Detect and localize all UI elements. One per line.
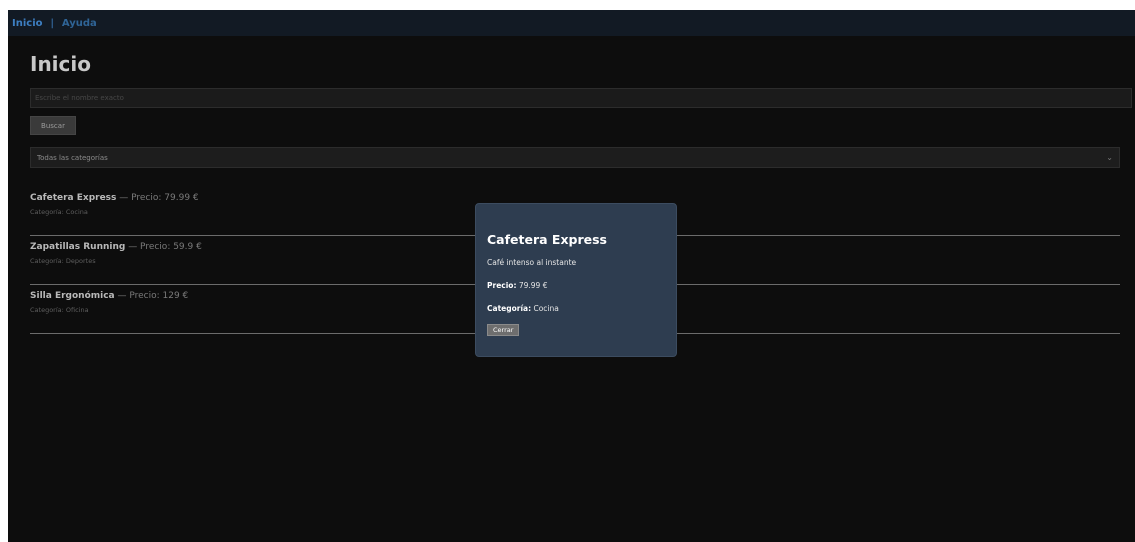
top-navigation: Inicio | Ayuda [8,10,1135,36]
category-select-value: Todas las categorías [37,153,108,162]
main-content: Inicio Buscar Todas las categorías ⌄ Caf… [30,36,1134,334]
page-title: Inicio [30,52,91,76]
chevron-down-icon: ⌄ [1106,153,1113,162]
nav-separator: | [50,17,54,29]
product-price: — Precio: 129 € [114,291,189,301]
modal-description: Café intenso al instante [487,258,577,267]
search-button[interactable]: Buscar [30,116,76,135]
nav-link-home[interactable]: Inicio [12,18,43,29]
close-button[interactable]: Cerrar [487,324,520,336]
modal-category-label: Categoría: [487,304,532,313]
nav-link-help[interactable]: Ayuda [62,18,97,29]
modal-price-label: Precio: [487,281,517,290]
modal-title: Cafetera Express [487,232,608,247]
product-detail-modal: Cafetera Express Café intenso al instant… [475,203,677,357]
product-price: — Precio: 59.9 € [125,242,202,252]
product-name: Cafetera Express [30,193,117,203]
search-input[interactable] [30,88,1132,108]
modal-price-value: 79.99 € [516,281,548,290]
category-select[interactable]: Todas las categorías ⌄ [30,147,1120,168]
app-viewport: Inicio | Ayuda Inicio Buscar Todas las c… [8,10,1135,542]
modal-category: Categoría: Cocina [487,304,665,313]
product-name: Zapatillas Running [30,242,126,252]
product-price: — Precio: 79.99 € [116,193,199,203]
modal-price: Precio: 79.99 € [487,281,665,290]
product-name: Silla Ergonómica [30,291,115,301]
modal-category-value: Cocina [531,304,559,313]
